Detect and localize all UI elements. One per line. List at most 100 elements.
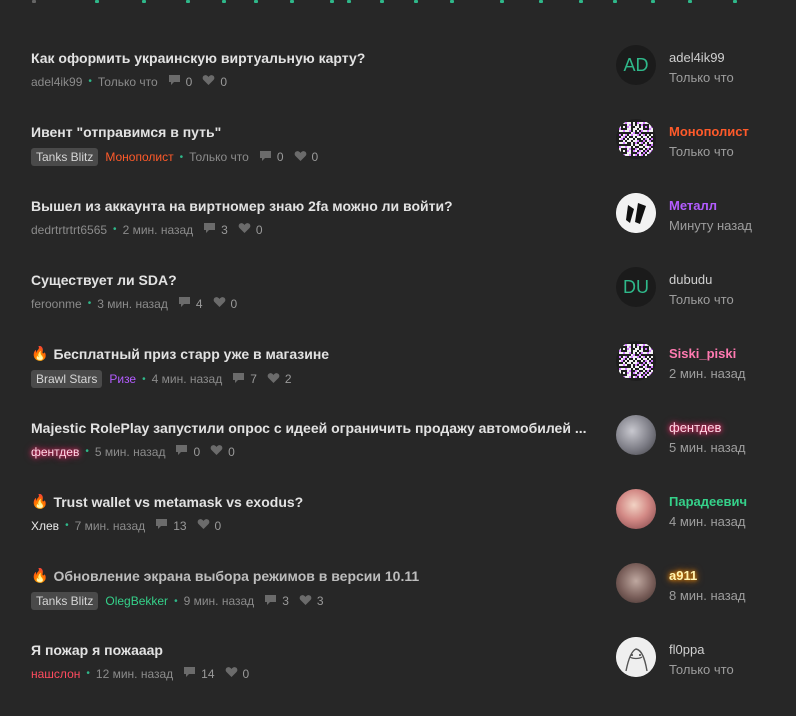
thread-tag[interactable]: Brawl Stars <box>31 370 103 388</box>
thread-title[interactable]: 🔥 Бесплатный приз старр уже в магазине <box>31 346 329 362</box>
avatar-initials: DU <box>623 276 649 297</box>
cutoff-fragment <box>254 0 258 3</box>
thread-meta: feroonme • 3 мин. назад 4 0 <box>31 296 237 311</box>
reply-count: 0 <box>276 150 284 164</box>
last-poster-avatar[interactable] <box>616 415 656 455</box>
thread-row[interactable]: Я пожар я пожааар нашслон • 12 мин. назад 14… <box>0 637 796 716</box>
last-poster-avatar[interactable] <box>616 489 656 529</box>
thread-title-text[interactable]: Ивент "отправимся в путь" <box>31 124 221 140</box>
last-poster-name[interactable]: Монополист <box>669 124 749 139</box>
thread-title-text[interactable]: Majestic RolePlay запустили опрос с идее… <box>31 420 587 436</box>
like-count: 0 <box>214 518 222 533</box>
heart-icon <box>238 222 251 237</box>
last-post-time: Только что <box>669 662 734 677</box>
separator-dot: • <box>174 595 178 607</box>
comment-icon <box>259 150 272 165</box>
thread-author[interactable]: adel4ik99 <box>31 75 82 89</box>
cutoff-fragment <box>613 0 617 3</box>
last-poster-avatar[interactable] <box>616 637 656 677</box>
last-poster-avatar[interactable] <box>616 341 656 381</box>
reply-count: 3 <box>221 222 228 237</box>
thread-title-text[interactable]: Бесплатный приз старр уже в магазине <box>53 346 329 362</box>
thread-author[interactable]: Хлев <box>31 519 59 533</box>
last-post-time: 2 мин. назад <box>669 366 746 381</box>
cutoff-fragment <box>32 0 36 3</box>
last-poster-name[interactable]: a911 <box>669 568 697 583</box>
thread-row[interactable]: Majestic RolePlay запустили опрос с идее… <box>0 415 796 494</box>
thread-title-text[interactable]: Существует ли SDA? <box>31 272 177 288</box>
last-poster-avatar[interactable]: DU <box>616 267 656 307</box>
thread-row[interactable]: Как оформить украинскую виртуальную карт… <box>0 45 796 124</box>
thread-title[interactable]: Ивент "отправимся в путь" <box>31 124 221 140</box>
cutoff-fragment <box>222 0 226 3</box>
thread-author[interactable]: фентдев <box>31 445 79 459</box>
thread-meta: Brawl Stars Ризе • 4 мин. назад 7 2 <box>31 370 292 388</box>
thread-row[interactable]: 🔥 Бесплатный приз старр уже в магазине Bra… <box>0 341 796 420</box>
last-poster-name[interactable]: fl0ppa <box>669 642 704 657</box>
thread-author[interactable]: OlegBekker <box>105 594 168 608</box>
heart-icon <box>267 372 280 387</box>
thread-time: 7 мин. назад <box>74 518 146 533</box>
cutoff-fragment <box>330 0 334 3</box>
last-poster-name[interactable]: adel4ik99 <box>669 50 725 65</box>
thread-time: 3 мин. назад <box>97 296 168 311</box>
last-poster-avatar[interactable]: AD <box>616 45 656 85</box>
thread-time: 9 мин. назад <box>183 594 255 608</box>
avatar-initials: AD <box>623 54 649 75</box>
cutoff-fragment <box>95 0 99 3</box>
comment-icon <box>232 372 245 387</box>
thread-meta: нашслон • 12 мин. назад 14 0 <box>31 666 249 681</box>
thread-meta: Хлев • 7 мин. назад 13 0 <box>31 518 221 533</box>
thread-title[interactable]: 🔥 Обновление экрана выбора режимов в верс… <box>31 568 419 584</box>
like-count: 0 <box>242 666 250 681</box>
thread-title[interactable]: Как оформить украинскую виртуальную карт… <box>31 50 365 66</box>
last-poster-name[interactable]: Парадеевич <box>669 494 747 509</box>
thread-tag[interactable]: Tanks Blitz <box>31 148 99 166</box>
thread-row[interactable]: Вышел из аккаунта на виртномер знаю 2fa … <box>0 193 796 272</box>
cutoff-fragment <box>186 0 190 3</box>
comment-icon <box>168 74 181 89</box>
separator-dot: • <box>142 373 146 385</box>
last-poster-name[interactable]: фентдев <box>669 420 721 435</box>
thread-title-text[interactable]: Вышел из аккаунта на виртномер знаю 2fa … <box>31 198 453 214</box>
fire-icon: 🔥 <box>31 346 49 362</box>
cutoff-fragment <box>733 0 737 3</box>
thread-row[interactable]: Существует ли SDA? feroonme • 3 мин. назад 4… <box>0 267 796 346</box>
thread-author[interactable]: feroonme <box>31 297 82 311</box>
heart-icon <box>197 518 210 533</box>
thread-title[interactable]: 🔥 Trust wallet vs metamask vs exodus? <box>31 494 303 510</box>
thread-tag[interactable]: Tanks Blitz <box>31 592 99 610</box>
thread-title-text[interactable]: Trust wallet vs metamask vs exodus? <box>53 494 303 510</box>
like-count: 0 <box>311 150 319 164</box>
thread-title[interactable]: Я пожар я пожааар <box>31 642 163 658</box>
reply-count: 3 <box>282 594 289 608</box>
last-post-time: Только что <box>669 70 734 85</box>
last-poster-avatar[interactable] <box>616 193 656 233</box>
last-poster-avatar[interactable] <box>616 119 656 159</box>
thread-author[interactable]: нашслон <box>31 667 80 681</box>
thread-title-text[interactable]: Обновление экрана выбора режимов в верси… <box>53 568 419 584</box>
thread-title-text[interactable]: Я пожар я пожааар <box>31 642 163 658</box>
reply-count: 13 <box>173 518 187 533</box>
last-poster-name[interactable]: Siski_piski <box>669 346 736 361</box>
thread-title[interactable]: Вышел из аккаунта на виртномер знаю 2fa … <box>31 198 453 214</box>
thread-title[interactable]: Majestic RolePlay запустили опрос с идее… <box>31 420 587 436</box>
thread-time: 2 мин. назад <box>122 222 194 237</box>
like-count: 0 <box>255 222 263 237</box>
last-poster-name[interactable]: Металл <box>669 198 717 213</box>
thread-meta: dedrtrtrtrt6565 • 2 мин. назад 3 0 <box>31 222 263 237</box>
thread-row[interactable]: Ивент "отправимся в путь" Tanks Blitz Моно… <box>0 119 796 198</box>
thread-row[interactable]: 🔥 Trust wallet vs metamask vs exodus? Хлев… <box>0 489 796 568</box>
cutoff-fragment <box>688 0 692 3</box>
thread-title[interactable]: Существует ли SDA? <box>31 272 177 288</box>
last-poster-avatar[interactable] <box>616 563 656 603</box>
like-count: 3 <box>316 594 324 608</box>
thread-author[interactable]: Ризе <box>109 372 136 386</box>
last-post-time: Минуту назад <box>669 218 753 233</box>
thread-author[interactable]: dedrtrtrtrt6565 <box>31 223 107 237</box>
last-poster-name[interactable]: dubudu <box>669 272 712 287</box>
thread-title-text[interactable]: Как оформить украинскую виртуальную карт… <box>31 50 365 66</box>
comment-icon <box>155 518 168 533</box>
thread-row[interactable]: 🔥 Обновление экрана выбора режимов в верс… <box>0 563 796 642</box>
thread-author[interactable]: Монополист <box>105 150 173 164</box>
